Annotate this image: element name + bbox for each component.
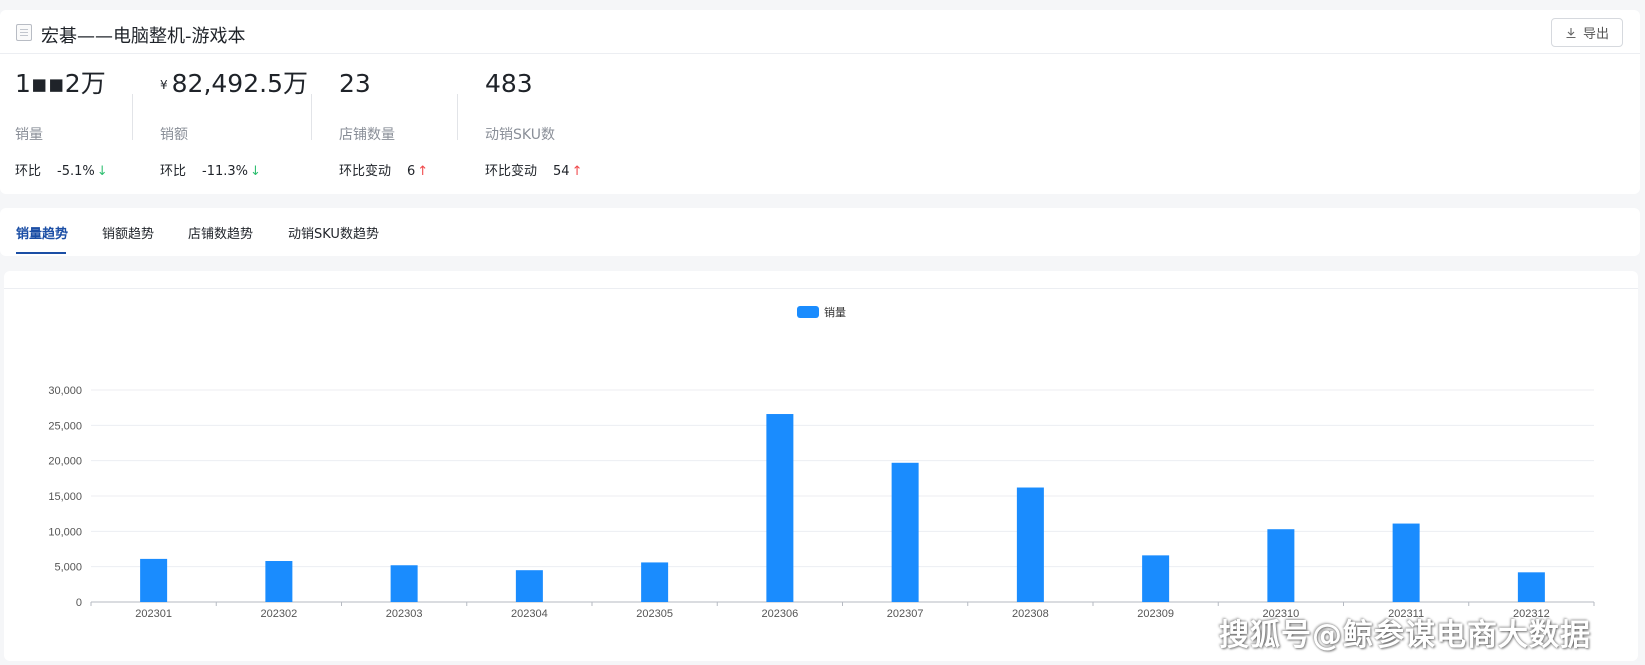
bar-202311 xyxy=(1392,523,1420,602)
y-tick-label: 30,000 xyxy=(48,385,82,397)
y-tick-label: 0 xyxy=(76,597,82,609)
metric-compare: 环比 -5.1% ↓ xyxy=(15,164,108,179)
bar-202307 xyxy=(891,462,919,602)
title-bar: 宏碁——电脑整机-游戏本 导出 xyxy=(0,10,1640,54)
arrow-down-icon: ↓ xyxy=(250,164,261,179)
metric-divider xyxy=(132,94,133,140)
legend-swatch xyxy=(797,306,819,318)
bar-202306 xyxy=(766,414,794,602)
download-icon xyxy=(1566,27,1576,38)
bar-202304 xyxy=(515,570,543,602)
legend-label: 销量 xyxy=(824,305,846,319)
metric-divider xyxy=(457,94,458,140)
metric-divider xyxy=(311,94,312,140)
x-tick-label: 202306 xyxy=(762,608,799,620)
x-tick-label: 202304 xyxy=(511,608,548,620)
metric-value: ¥82,492.5万 xyxy=(160,69,308,98)
y-tick-label: 10,000 xyxy=(48,526,82,538)
metric-sku-count: 483 动销SKU数 环比变动 54 ↑ xyxy=(485,68,582,179)
metric-value: 1▪▪2万 xyxy=(15,69,106,98)
y-tick-label: 25,000 xyxy=(48,420,82,432)
x-tick-label: 202302 xyxy=(261,608,298,620)
bar-chart: 销量 0 5,000 10,000 15,000 20,000 25,000 30,000 20… xyxy=(48,305,1595,620)
metric-label: 店铺数量 xyxy=(339,127,395,143)
y-tick-label: 5,000 xyxy=(54,562,82,574)
bar-202309 xyxy=(1142,555,1170,602)
x-tick-label: 202309 xyxy=(1137,608,1174,620)
arrow-up-icon: ↑ xyxy=(417,164,429,179)
x-tick-label: 202303 xyxy=(386,608,423,620)
tab-sales-amount-trend[interactable]: 销额趋势 xyxy=(102,223,154,242)
bar-202308 xyxy=(1016,487,1044,602)
metric-label: 销额 xyxy=(160,127,188,143)
trend-tabs: 销量趋势 销额趋势 店铺数趋势 动销SKU数趋势 xyxy=(0,208,1640,256)
metric-sales-amount: ¥82,492.5万 销额 环比 -11.3% ↓ xyxy=(160,68,308,179)
metric-store-count: 23 店铺数量 环比变动 6 ↑ xyxy=(339,68,428,179)
export-label: 导出 xyxy=(1582,27,1609,42)
metric-compare: 环比变动 6 ↑ xyxy=(339,164,429,179)
tab-store-count-trend[interactable]: 店铺数趋势 xyxy=(188,223,253,242)
tab-sales-volume-trend[interactable]: 销量趋势 xyxy=(16,223,68,242)
metric-compare: 环比 -11.3% ↓ xyxy=(160,164,261,179)
x-tick-label: 202307 xyxy=(887,608,924,620)
overview-card: 宏碁——电脑整机-游戏本 导出 1▪▪2万 销量 环比 -5.1% ↓ ¥82,49… xyxy=(0,10,1640,194)
metric-value: 483 xyxy=(485,69,533,98)
arrow-up-icon: ↑ xyxy=(571,164,583,179)
bar-202301 xyxy=(140,558,168,602)
sales-volume-chart: 销量 0 5,000 10,000 15,000 20,000 25,000 30,000 20… xyxy=(4,271,1638,661)
y-tick-label: 20,000 xyxy=(48,456,82,468)
watermark: 搜狐号@鲸参谋电商大数据 xyxy=(1219,618,1591,653)
bar-202303 xyxy=(390,565,418,602)
x-tick-label: 202305 xyxy=(636,608,673,620)
x-tick-label: 202308 xyxy=(1012,608,1049,620)
y-tick-label: 15,000 xyxy=(48,491,82,503)
bar-202312 xyxy=(1517,572,1545,602)
metric-label: 销量 xyxy=(15,127,43,143)
document-icon xyxy=(16,24,32,41)
x-tick-label: 202301 xyxy=(135,608,172,620)
metric-sales-volume: 1▪▪2万 销量 环比 -5.1% ↓ xyxy=(15,68,108,179)
metric-label: 动销SKU数 xyxy=(485,127,555,143)
bar-202302 xyxy=(265,561,293,602)
page-title: 宏碁——电脑整机-游戏本 xyxy=(41,26,246,47)
tab-sku-count-trend[interactable]: 动销SKU数趋势 xyxy=(288,223,379,242)
export-button[interactable]: 导出 xyxy=(1551,18,1623,47)
metric-value: 23 xyxy=(339,69,371,98)
metric-compare: 环比变动 54 ↑ xyxy=(485,164,583,179)
active-tab-indicator xyxy=(16,252,66,254)
arrow-down-icon: ↓ xyxy=(96,164,108,179)
bar-202310 xyxy=(1267,529,1295,602)
bar-202305 xyxy=(641,562,669,602)
